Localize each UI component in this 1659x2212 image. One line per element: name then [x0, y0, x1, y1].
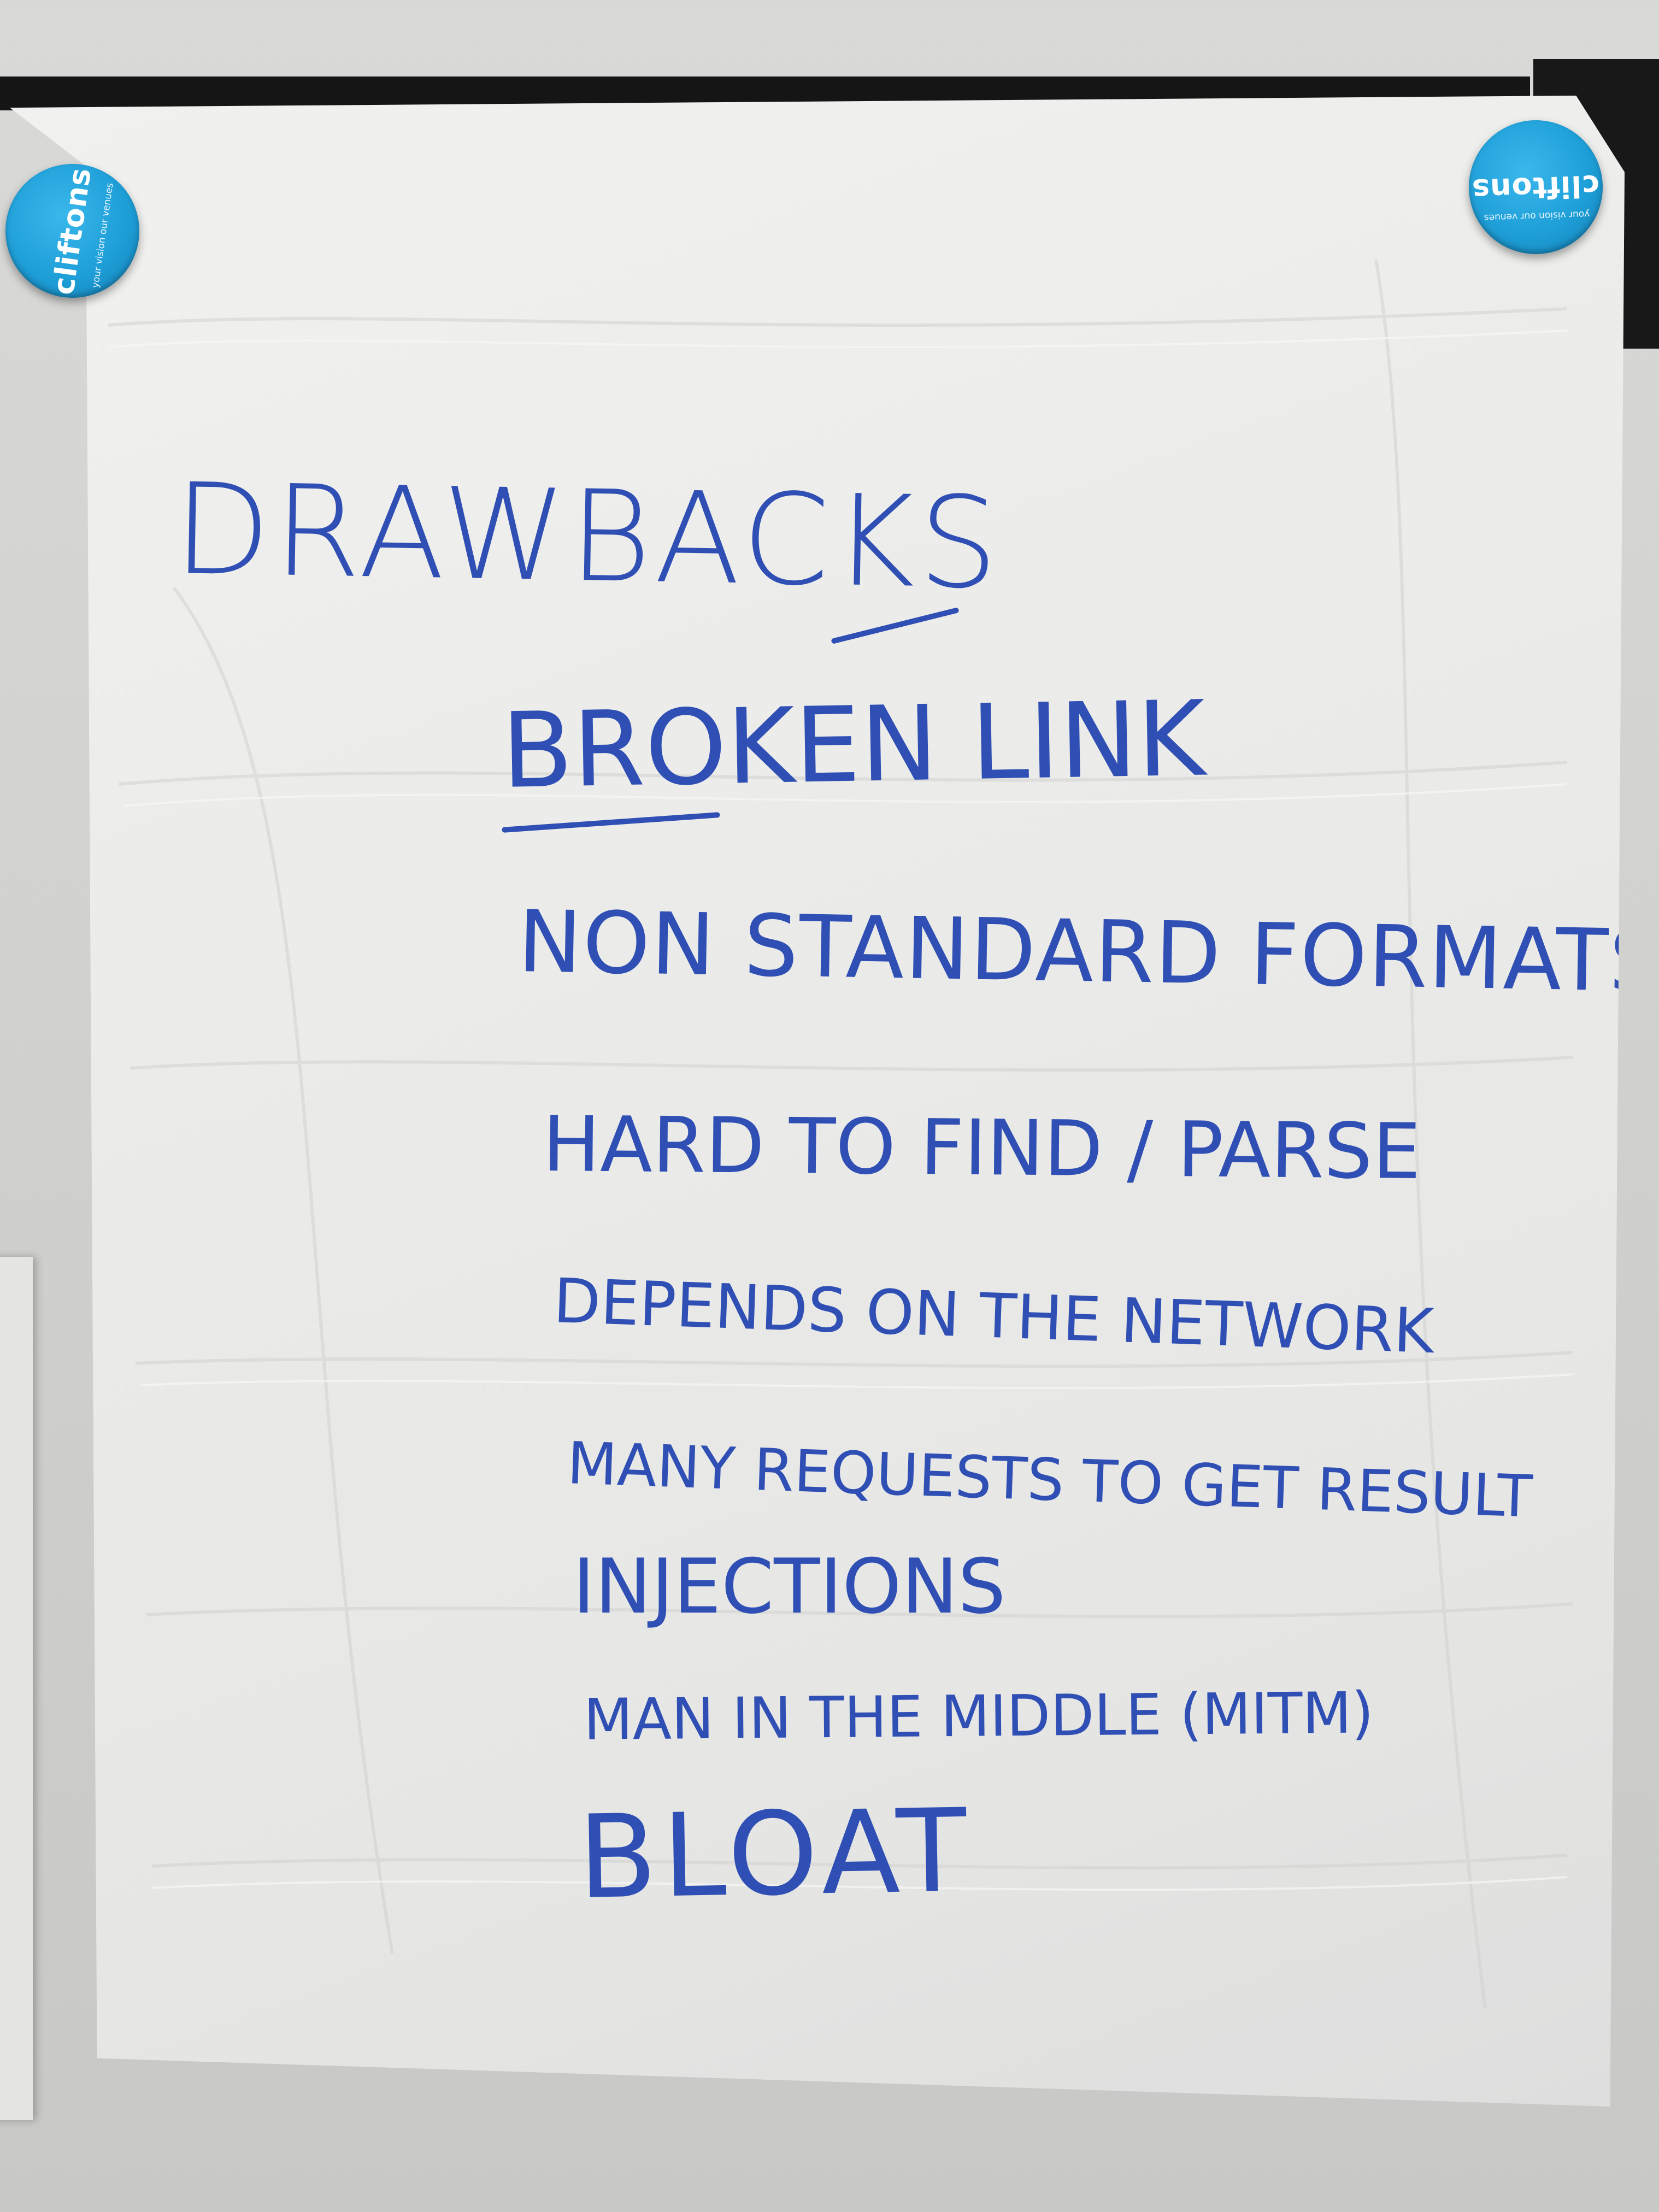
magnet-right: cliftons your vision our venues: [1469, 120, 1603, 254]
drawback-item: INJECTIONS: [573, 1543, 1006, 1631]
drawback-item: NON STANDARD FORMATS: [517, 892, 1659, 1011]
drawbacks-title: DRAWBACKS: [172, 457, 1003, 617]
magnet-left: cliftons your vision our venues: [5, 164, 139, 298]
magnet-logo-text: cliftons: [1471, 168, 1601, 207]
drawback-item: MAN IN THE MIDDLE (MITM): [583, 1679, 1374, 1753]
magnet-logo-text: cliftons: [46, 165, 98, 297]
drawback-item: BROKEN LINK: [501, 678, 1207, 811]
drawback-item: HARD TO FIND / PARSE: [542, 1100, 1421, 1197]
flipchart-sheet: DRAWBACKS BROKEN LINK NON STANDARD FORMA…: [10, 96, 1625, 2107]
drawback-item: BLOAT: [576, 1784, 973, 1925]
magnet-tagline: your vision our venues: [1484, 208, 1590, 223]
neighbor-flipchart-sheet: [0, 1257, 33, 2120]
